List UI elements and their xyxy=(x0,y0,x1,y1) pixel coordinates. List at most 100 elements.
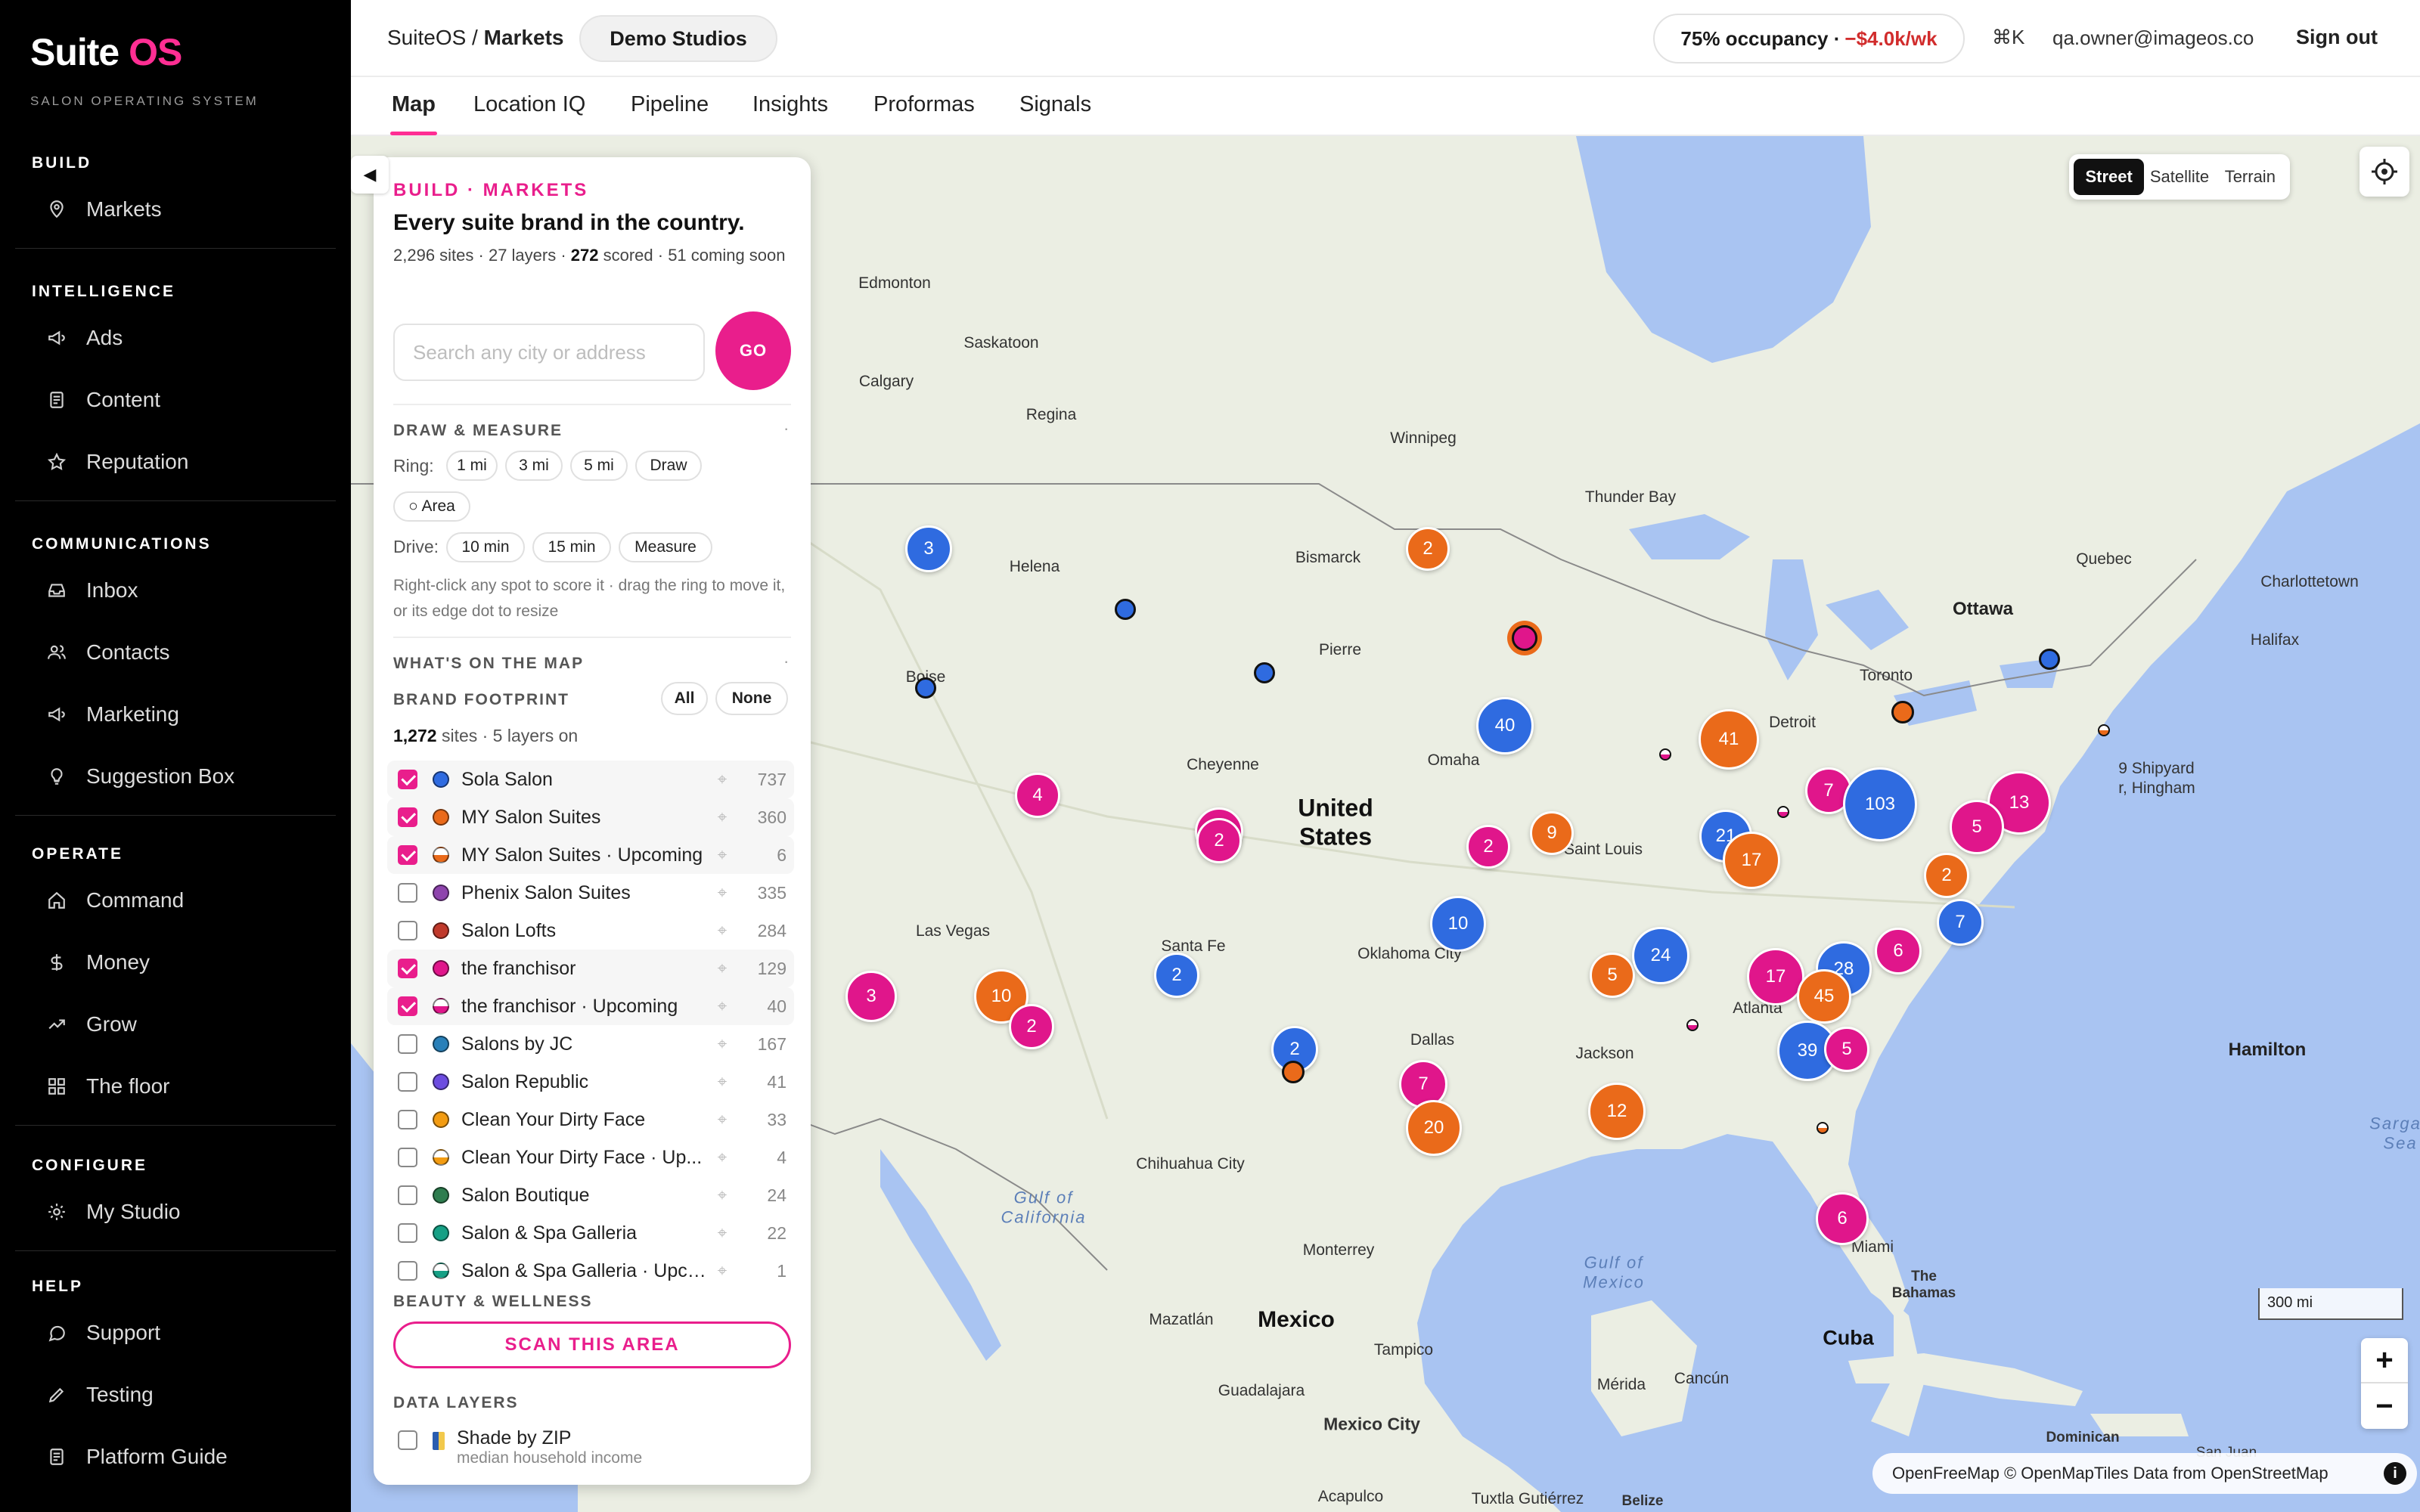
search-input[interactable] xyxy=(393,324,705,381)
map-pin-my-salon-upcoming[interactable] xyxy=(1817,1122,1829,1134)
locate-layer-icon[interactable]: ⌖ xyxy=(711,996,734,1016)
map-pin-my-salon-suites[interactable] xyxy=(1282,1061,1305,1083)
map-cluster[interactable]: 3 xyxy=(845,971,897,1022)
brand-layer-row[interactable]: Salon Boutique ⌖ 24 xyxy=(387,1176,794,1214)
layer-checkbox[interactable] xyxy=(398,996,417,1016)
ring-3mi-chip[interactable]: 3 mi xyxy=(505,451,563,481)
tab-pipeline[interactable]: Pipeline xyxy=(631,92,709,117)
brand-layer-row[interactable]: Clean Your Dirty Face · Up... ⌖ 4 xyxy=(387,1139,794,1176)
sidebar-item-support[interactable]: Support xyxy=(15,1302,336,1364)
brand-layer-row[interactable]: Salon Republic ⌖ 41 xyxy=(387,1063,794,1101)
map-cluster[interactable]: 45 xyxy=(1797,969,1851,1024)
locate-layer-icon[interactable]: ⌖ xyxy=(711,770,734,789)
map-cluster[interactable]: 40 xyxy=(1476,697,1534,754)
map-pin-franchisor-upcoming[interactable] xyxy=(1659,748,1671,761)
section-collapse-icon[interactable]: · xyxy=(783,419,789,438)
layer-checkbox[interactable] xyxy=(398,1072,417,1092)
layer-checkbox[interactable] xyxy=(398,1110,417,1129)
area-chip[interactable]: ○ Area xyxy=(393,491,470,522)
sidebar-item-testing[interactable]: Testing xyxy=(15,1364,336,1426)
locate-layer-icon[interactable]: ⌖ xyxy=(711,1223,734,1243)
map-cluster[interactable]: 24 xyxy=(1632,927,1689,984)
layer-checkbox[interactable] xyxy=(398,1148,417,1167)
map-cluster[interactable]: 2 xyxy=(1009,1004,1054,1049)
map-style-satellite[interactable]: Satellite xyxy=(2144,159,2214,195)
sidebar-item-inbox[interactable]: Inbox xyxy=(15,559,336,621)
map-cluster[interactable]: 6 xyxy=(1816,1192,1869,1245)
map-pin-sola[interactable] xyxy=(915,677,936,699)
tab-proformas[interactable]: Proformas xyxy=(873,92,975,117)
breadcrumb-root[interactable]: SuiteOS / xyxy=(387,26,478,49)
locate-layer-icon[interactable]: ⌖ xyxy=(711,845,734,865)
search-go-button[interactable]: GO xyxy=(715,311,791,390)
layer-checkbox[interactable] xyxy=(398,1034,417,1054)
map-pin-franchisor-upcoming[interactable] xyxy=(1777,806,1789,818)
brand-layer-row[interactable]: MY Salon Suites ⌖ 360 xyxy=(387,798,794,836)
brand-layer-row[interactable]: MY Salon Suites · Upcoming ⌖ 6 xyxy=(387,836,794,874)
map-pin-my-salon-upcoming[interactable] xyxy=(2098,724,2110,736)
brand-layer-row[interactable]: the franchisor ⌖ 129 xyxy=(387,950,794,987)
map-pin-franchisor-upcoming[interactable] xyxy=(1686,1019,1699,1031)
locate-layer-icon[interactable]: ⌖ xyxy=(711,1185,734,1205)
collapse-panel-button[interactable]: ◀ xyxy=(351,156,389,194)
map-cluster[interactable]: 2 xyxy=(1154,953,1199,998)
map-style-terrain[interactable]: Terrain xyxy=(2215,159,2285,195)
map-cluster[interactable]: 20 xyxy=(1406,1100,1462,1156)
sidebar-item-platform-guide[interactable]: Platform Guide xyxy=(15,1426,336,1488)
map-cluster[interactable]: 17 xyxy=(1723,832,1780,889)
layer-checkbox[interactable] xyxy=(398,1223,417,1243)
sidebar-item-markets[interactable]: Markets xyxy=(15,178,336,240)
info-icon[interactable]: i xyxy=(2384,1462,2406,1485)
layer-checkbox[interactable] xyxy=(398,1185,417,1205)
brand-layer-row[interactable]: Salons by JC ⌖ 167 xyxy=(387,1025,794,1063)
map-cluster[interactable]: 10 xyxy=(1430,896,1486,952)
locate-me-button[interactable] xyxy=(2360,147,2409,197)
sidebar-item-money[interactable]: Money xyxy=(15,931,336,993)
tab-map[interactable]: Map xyxy=(390,92,437,135)
section-collapse-icon[interactable]: · xyxy=(783,652,789,671)
sign-out-button[interactable]: Sign out xyxy=(2296,26,2378,49)
map-pin-franchisor[interactable] xyxy=(1512,625,1537,651)
locate-layer-icon[interactable]: ⌖ xyxy=(711,959,734,978)
map-cluster[interactable]: 41 xyxy=(1699,709,1759,770)
occupancy-badge[interactable]: 75% occupancy · −$4.0k/wk xyxy=(1653,14,1965,64)
sidebar-item-the-floor[interactable]: The floor xyxy=(15,1055,336,1117)
layer-checkbox[interactable] xyxy=(398,959,417,978)
layer-checkbox[interactable] xyxy=(398,883,417,903)
locate-layer-icon[interactable]: ⌖ xyxy=(711,1148,734,1167)
ring-5mi-chip[interactable]: 5 mi xyxy=(570,451,628,481)
sidebar-item-grow[interactable]: Grow xyxy=(15,993,336,1055)
sidebar-item-ads[interactable]: Ads xyxy=(15,307,336,369)
layer-checkbox[interactable] xyxy=(398,807,417,827)
locate-layer-icon[interactable]: ⌖ xyxy=(711,1110,734,1129)
locate-layer-icon[interactable]: ⌖ xyxy=(711,807,734,827)
locate-layer-icon[interactable]: ⌖ xyxy=(711,1072,734,1092)
layer-checkbox[interactable] xyxy=(398,845,417,865)
brand-logo[interactable]: Suite OS xyxy=(30,30,182,74)
map-pin-my-salon-suites[interactable] xyxy=(1891,701,1914,723)
map-cluster[interactable]: 9 xyxy=(1530,811,1574,855)
map-pin-sola[interactable] xyxy=(2039,649,2060,670)
map-cluster[interactable]: 103 xyxy=(1843,767,1917,841)
brand-layer-row[interactable]: Clean Your Dirty Face ⌖ 33 xyxy=(387,1101,794,1139)
select-all-button[interactable]: All xyxy=(661,682,708,715)
map-cluster[interactable]: 6 xyxy=(1875,928,1922,974)
map-cluster[interactable]: 2 xyxy=(1466,825,1510,869)
map-cluster[interactable]: 2 xyxy=(1196,818,1242,863)
brand-layer-row[interactable]: Salon Lofts ⌖ 284 xyxy=(387,912,794,950)
zip-layer-checkbox[interactable] xyxy=(398,1430,417,1450)
drive-15min-chip[interactable]: 15 min xyxy=(532,532,611,562)
map-pin-sola[interactable] xyxy=(1254,662,1275,683)
brand-layer-row[interactable]: Salon & Spa Galleria · Upco... ⌖ 1 xyxy=(387,1252,794,1290)
tab-location-iq[interactable]: Location IQ xyxy=(473,92,585,117)
data-layer-zip[interactable]: Shade by ZIP median household income xyxy=(393,1427,642,1467)
map-cluster[interactable]: 3 xyxy=(905,525,952,572)
tab-insights[interactable]: Insights xyxy=(752,92,828,117)
locate-layer-icon[interactable]: ⌖ xyxy=(711,921,734,940)
measure-chip[interactable]: Measure xyxy=(619,532,712,562)
select-none-button[interactable]: None xyxy=(715,682,788,715)
map-pin-sola[interactable] xyxy=(1115,599,1136,620)
map-cluster[interactable]: 17 xyxy=(1747,948,1804,1005)
brand-layer-row[interactable]: Sola Salon ⌖ 737 xyxy=(387,761,794,798)
locate-layer-icon[interactable]: ⌖ xyxy=(711,883,734,903)
